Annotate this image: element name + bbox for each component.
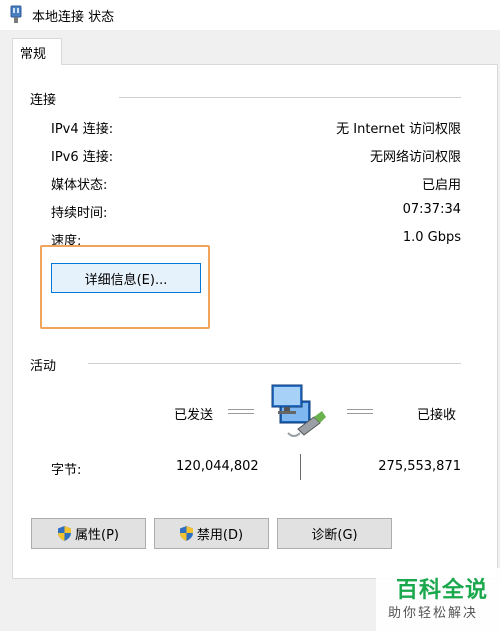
sent-line [228,409,254,414]
details-button-label: 详细信息(E)... [84,272,168,288]
connection-group-divider [119,97,461,98]
uac-shield-icon [58,526,71,541]
activity-group-divider [88,363,461,364]
details-button[interactable]: 详细信息(E)... [51,263,201,293]
bytes-label: 字节: [51,463,82,478]
ipv6-value: 无网络访问权限 [369,150,461,165]
ipv4-label: IPv4 连接: [51,122,114,137]
received-label: 已接收 [417,408,457,423]
media-state-label: 媒体状态: [51,178,108,193]
media-state-value: 已启用 [421,178,461,193]
diagnose-button[interactable]: 诊断(G) [277,518,392,549]
uac-shield-icon [179,526,193,541]
window-title: 本地连接 状态 [32,10,115,25]
bytes-separator [300,454,301,480]
received-line [347,409,373,414]
activity-group-label: 活动 [30,359,57,374]
bytes-received-value: 275,553,871 [378,459,461,474]
network-activity-icon [271,384,326,437]
watermark-logo-text: 百科全说 [395,578,488,603]
watermark-slogan: 助你轻松解决 [387,606,478,621]
properties-button-label: 属性(P) [75,528,119,543]
duration-value: 07:37:34 [402,202,461,217]
sent-label: 已发送 [174,408,214,423]
tab-general[interactable]: 常规 [12,38,62,65]
properties-button[interactable]: 属性(P) [31,518,146,549]
ipv6-label: IPv6 连接: [51,150,114,165]
network-adapter-icon [10,5,22,23]
disable-button-label: 禁用(D) [196,528,244,543]
title-bar: 本地连接 状态 [0,0,500,30]
diagnose-button-label: 诊断(G) [311,528,358,543]
disable-button[interactable]: 禁用(D) [154,518,269,549]
bytes-sent-value: 120,044,802 [176,459,259,474]
speed-value: 1.0 Gbps [402,230,461,245]
duration-label: 持续时间: [51,206,108,221]
ipv4-value: 无 Internet 访问权限 [336,122,461,137]
connection-group-label: 连接 [30,93,57,108]
tab-strip [0,30,500,64]
